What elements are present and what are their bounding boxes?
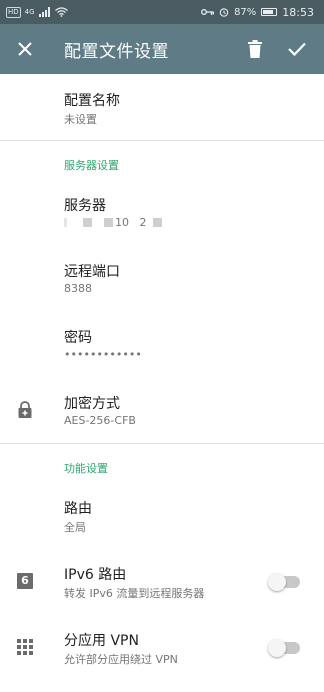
battery-percent: 87% <box>234 6 257 18</box>
encryption-method-value: AES-256-CFB <box>64 414 136 427</box>
delete-button[interactable] <box>234 24 276 74</box>
vpn-key-icon <box>201 9 215 15</box>
battery-icon <box>261 8 278 16</box>
server-section-header: 服务器设置 <box>64 159 119 172</box>
alarm-icon <box>219 8 229 17</box>
server-label: 服务器 <box>64 198 106 214</box>
close-button[interactable] <box>0 24 50 74</box>
profile-name-value: 未设置 <box>64 113 97 126</box>
redacted-block <box>152 218 162 227</box>
remote-port-value: 8388 <box>64 282 92 295</box>
ipv6-route-label: IPv6 路由 <box>64 567 127 583</box>
status-bar-right: 87% 18:53 <box>201 6 314 19</box>
status-bar: HD 4G 87% 18:53 <box>0 0 324 24</box>
ipv6-route-desc: 转发 IPv6 流量到远程服务器 <box>64 587 205 600</box>
encryption-method-item[interactable]: 加密方式 AES-256-CFB <box>0 377 324 443</box>
network-type: 4G <box>24 8 35 16</box>
ipv6-icon: 6 <box>16 572 34 590</box>
trash-icon <box>248 40 262 58</box>
route-value: 全局 <box>64 521 86 534</box>
redacted-block <box>83 218 92 227</box>
feature-section-header: 功能设置 <box>64 462 108 475</box>
ipv6-route-item[interactable]: 6 IPv6 路由 转发 IPv6 流量到远程服务器 <box>0 548 324 614</box>
save-button[interactable] <box>276 24 318 74</box>
clock: 18:53 <box>282 5 314 19</box>
server-value-text: 10 2 <box>115 216 147 229</box>
remote-port-item[interactable]: 远程端口 8388 <box>0 245 324 311</box>
password-item[interactable]: 密码 •••••••••••• <box>0 311 324 377</box>
per-app-vpn-item[interactable]: 分应用 VPN 允许部分应用绕过 VPN <box>0 614 324 680</box>
hd-indicator: HD <box>6 6 21 18</box>
redacted-block <box>64 218 67 227</box>
apps-grid-icon <box>16 638 34 656</box>
ipv6-icon-glyph: 6 <box>17 573 33 589</box>
app-bar: 配置文件设置 <box>0 24 324 74</box>
toggle-knob <box>268 573 286 591</box>
status-bar-left: HD 4G <box>6 6 68 18</box>
encryption-method-label: 加密方式 <box>64 396 120 412</box>
signal-icon <box>38 7 50 17</box>
per-app-vpn-label: 分应用 VPN <box>64 633 139 649</box>
per-app-vpn-toggle[interactable] <box>268 639 300 657</box>
per-app-vpn-desc: 允许部分应用绕过 VPN <box>64 653 178 666</box>
close-icon <box>18 42 32 56</box>
wifi-icon <box>54 7 68 17</box>
password-label: 密码 <box>64 330 92 346</box>
redacted-block <box>104 218 113 227</box>
server-value: 10 2 <box>64 216 162 229</box>
route-item[interactable]: 路由 全局 <box>0 482 324 548</box>
remote-port-label: 远程端口 <box>64 264 120 280</box>
page-title: 配置文件设置 <box>64 41 169 62</box>
lock-icon <box>16 401 34 419</box>
check-icon <box>288 42 306 56</box>
profile-name-item[interactable]: 配置名称 未设置 <box>0 74 324 140</box>
toggle-knob <box>268 639 286 657</box>
profile-name-label: 配置名称 <box>64 93 120 109</box>
password-value: •••••••••••• <box>64 348 142 361</box>
ipv6-route-toggle[interactable] <box>268 573 300 591</box>
settings-list: 配置名称 未设置 服务器设置 服务器 10 2 远程端口 8388 密码 •••… <box>0 74 324 680</box>
server-item[interactable]: 服务器 10 2 <box>0 179 324 245</box>
route-label: 路由 <box>64 501 92 517</box>
